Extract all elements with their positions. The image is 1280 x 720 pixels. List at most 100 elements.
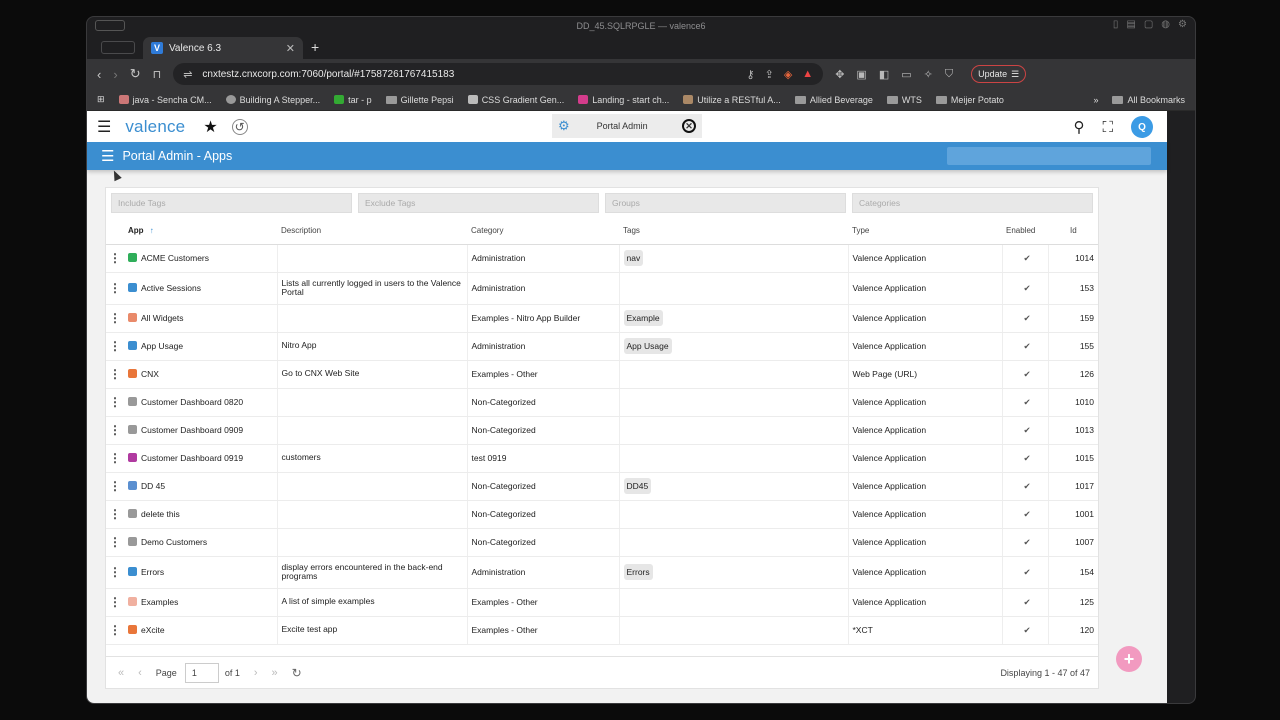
bookmark-item[interactable]: Building A Stepper... bbox=[225, 95, 320, 105]
apps-grid-icon[interactable]: ⊞ bbox=[97, 94, 105, 105]
key-icon[interactable]: ⚷ bbox=[747, 68, 755, 81]
tab-valence[interactable]: V Valence 6.3 ✕ bbox=[143, 37, 303, 59]
row-menu-icon[interactable]: ⋮ bbox=[106, 332, 124, 361]
brave-shield-icon[interactable]: ◈ bbox=[784, 68, 792, 81]
address-bar[interactable]: ⇌ cnxtestz.cnxcorp.com:7060/portal/#1758… bbox=[173, 63, 824, 85]
table-row[interactable]: ⋮ eXcite Excite test app Examples - Other *X… bbox=[106, 616, 1098, 645]
row-menu-icon[interactable]: ⋮ bbox=[106, 272, 124, 305]
table-row[interactable]: ⋮ All Widgets Examples - Nitro App Builder… bbox=[106, 304, 1098, 333]
vpn-icon[interactable]: ⛉ bbox=[945, 68, 953, 81]
app-column-header[interactable]: App ↑ bbox=[124, 218, 277, 245]
first-page-icon[interactable]: « bbox=[118, 667, 124, 679]
screenshot-icon[interactable]: ▣ bbox=[856, 68, 866, 81]
next-page-icon[interactable]: › bbox=[254, 667, 258, 679]
table-row[interactable]: ⋮ Customer Dashboard 0820 Non-Categorized V… bbox=[106, 388, 1098, 417]
exclude-tags-filter[interactable]: Exclude Tags bbox=[358, 193, 599, 213]
close-tab-icon[interactable]: ✕ bbox=[286, 42, 295, 55]
table-row[interactable]: ⋮ Customer Dashboard 0919 customers test 09… bbox=[106, 444, 1098, 473]
id-column-header[interactable]: Id bbox=[1048, 218, 1098, 245]
sidebar-toggle-button[interactable] bbox=[101, 40, 135, 54]
add-app-button[interactable]: + bbox=[1116, 646, 1142, 672]
bookmark-item[interactable]: CSS Gradient Gen... bbox=[467, 95, 564, 105]
row-menu-icon[interactable]: ⋮ bbox=[106, 588, 124, 617]
close-icon[interactable]: ✕ bbox=[682, 119, 696, 133]
table-row[interactable]: ⋮ delete this Non-Categorized Valence Appli… bbox=[106, 500, 1098, 529]
bookmark-item[interactable]: Landing - start ch... bbox=[578, 95, 669, 105]
table-row[interactable]: ⋮ App Usage Nitro App Administration App Usa… bbox=[106, 332, 1098, 361]
refresh-icon[interactable]: ↻ bbox=[292, 666, 302, 680]
row-menu-icon[interactable]: ⋮ bbox=[106, 244, 124, 273]
bookmark-item[interactable]: tar - p bbox=[334, 95, 372, 105]
fullscreen-icon[interactable]: ⛶ bbox=[1102, 119, 1113, 136]
page-number-input[interactable]: 1 bbox=[184, 662, 219, 683]
split-icon[interactable]: ▤ bbox=[1126, 19, 1135, 30]
bookmark-icon[interactable]: ⊓ bbox=[153, 68, 162, 81]
title-bar-search[interactable] bbox=[947, 147, 1151, 165]
tag-badge[interactable]: DD45 bbox=[623, 478, 652, 494]
row-menu-icon[interactable]: ⋮ bbox=[106, 556, 124, 589]
row-menu-icon[interactable]: ⋮ bbox=[106, 528, 124, 557]
include-tags-filter[interactable]: Include Tags bbox=[111, 193, 352, 213]
row-menu-icon[interactable]: ⋮ bbox=[106, 472, 124, 501]
wallet-icon[interactable]: ▭ bbox=[901, 68, 911, 81]
bookmark-item[interactable]: java - Sencha CM... bbox=[118, 95, 212, 105]
sidebar-icon[interactable]: ▯ bbox=[1113, 19, 1119, 30]
more-bookmarks-icon[interactable]: » bbox=[1093, 95, 1098, 105]
row-menu-icon[interactable]: ⋮ bbox=[106, 444, 124, 473]
reload-icon[interactable]: ↻ bbox=[130, 66, 141, 82]
leo-icon[interactable]: ✧ bbox=[924, 68, 933, 81]
history-icon[interactable]: ↺ bbox=[231, 118, 248, 135]
share-icon[interactable]: ⇪ bbox=[765, 68, 774, 81]
categories-filter[interactable]: Categories bbox=[852, 193, 1093, 213]
description-column-header[interactable]: Description bbox=[277, 218, 467, 245]
bookmark-item[interactable]: Allied Beverage bbox=[794, 95, 873, 105]
table-row[interactable]: ⋮ DD 45 Non-Categorized DD45 Valence Applica… bbox=[106, 472, 1098, 501]
row-menu-icon[interactable]: ⋮ bbox=[106, 616, 124, 645]
bookmark-item[interactable]: Utilize a RESTful A... bbox=[683, 95, 781, 105]
row-menu-icon[interactable]: ⋮ bbox=[106, 416, 124, 445]
prev-page-icon[interactable]: ‹ bbox=[138, 667, 142, 679]
new-tab-button[interactable]: + bbox=[311, 39, 319, 55]
table-row[interactable]: ⋮ CNX Go to CNX Web Site Examples - Other We… bbox=[106, 360, 1098, 389]
forward-icon[interactable]: › bbox=[113, 67, 117, 82]
extensions-icon[interactable]: ✥ bbox=[835, 68, 844, 81]
table-row[interactable]: ⋮ Demo Customers Non-Categorized Valence Ap… bbox=[106, 528, 1098, 557]
update-button[interactable]: Update ☰ bbox=[971, 65, 1027, 83]
bookmark-item[interactable]: Meijer Potato bbox=[935, 95, 1004, 105]
type-column-header[interactable]: Type bbox=[848, 218, 1002, 245]
row-menu-icon[interactable]: ⋮ bbox=[106, 388, 124, 417]
row-menu-icon[interactable]: ⋮ bbox=[106, 360, 124, 389]
tag-badge[interactable]: Example bbox=[623, 310, 663, 326]
favorites-star-icon[interactable]: ★ bbox=[203, 117, 217, 137]
row-menu-icon[interactable]: ⋮ bbox=[106, 304, 124, 333]
table-row[interactable]: ⋮ Examples A list of simple examples Exampl… bbox=[106, 588, 1098, 617]
table-row[interactable]: ⋮ Active Sessions Lists all currently logg… bbox=[106, 272, 1098, 305]
row-menu-icon[interactable]: ⋮ bbox=[106, 500, 124, 529]
bookmark-item[interactable]: Gillette Pepsi bbox=[385, 95, 454, 105]
avatar[interactable]: Q bbox=[1131, 116, 1153, 138]
site-info-icon[interactable]: ⇌ bbox=[183, 68, 192, 81]
window-icon[interactable]: ▢ bbox=[1144, 19, 1153, 30]
portal-admin-tab[interactable]: ⚙ Portal Admin ✕ bbox=[552, 114, 702, 138]
groups-filter[interactable]: Groups bbox=[605, 193, 846, 213]
table-row[interactable]: ⋮ ACME Customers Administration nav Valence … bbox=[106, 244, 1098, 273]
back-icon[interactable]: ‹ bbox=[97, 67, 101, 82]
tag-badge[interactable]: nav bbox=[623, 250, 644, 266]
table-row[interactable]: ⋮ Errors display errors encountered in the… bbox=[106, 556, 1098, 589]
tags-column-header[interactable]: Tags bbox=[619, 218, 848, 245]
table-row[interactable]: ⋮ Customer Dashboard 0909 Non-Categorized V… bbox=[106, 416, 1098, 445]
category-column-header[interactable]: Category bbox=[467, 218, 619, 245]
tag-badge[interactable]: Errors bbox=[623, 564, 653, 580]
last-page-icon[interactable]: » bbox=[272, 667, 278, 679]
enabled-column-header[interactable]: Enabled bbox=[1002, 218, 1048, 245]
brave-rewards-icon[interactable]: ▲ bbox=[802, 68, 813, 80]
menu-icon[interactable]: ☰ bbox=[97, 117, 111, 137]
bookmark-item[interactable]: WTS bbox=[886, 95, 922, 105]
search-icon[interactable]: ⚲ bbox=[1073, 118, 1084, 136]
shield-icon[interactable]: ◍ bbox=[1161, 19, 1170, 30]
tag-badge[interactable]: App Usage bbox=[623, 338, 672, 354]
sidebar-panel-icon[interactable]: ◧ bbox=[879, 68, 889, 81]
all-bookmarks[interactable]: All Bookmarks bbox=[1112, 95, 1185, 105]
menu-icon[interactable]: ☰ bbox=[101, 147, 114, 165]
window-controls[interactable] bbox=[95, 20, 125, 31]
